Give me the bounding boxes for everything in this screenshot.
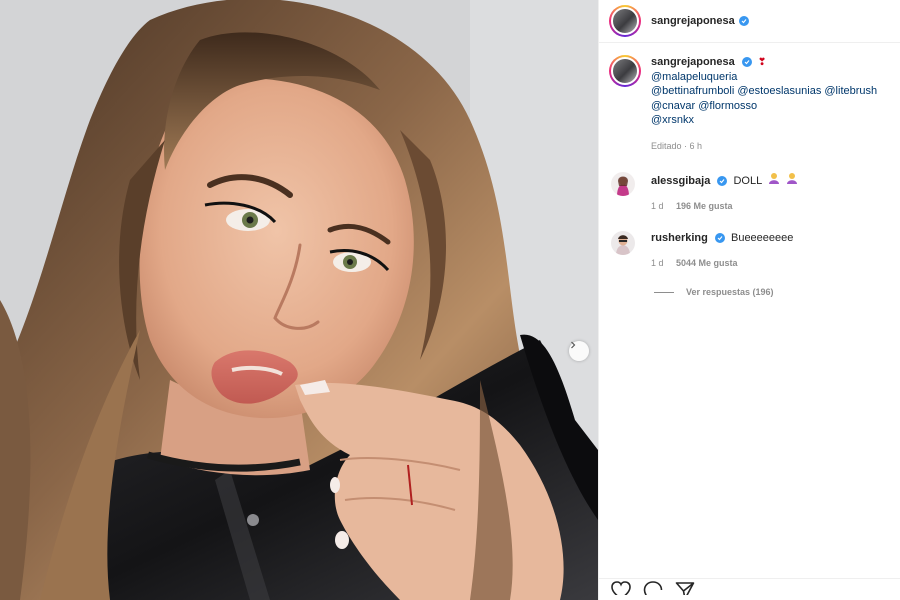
caption-text: sangrejaponesa ❣ @malapeluqueria @bettin… [651,55,877,153]
comment-username[interactable]: rusherking [651,232,708,244]
replies-divider [654,291,674,293]
avatar[interactable] [609,5,641,37]
mention-link[interactable]: @cnavar [651,100,695,112]
mention-link[interactable]: @xrsnkx [651,114,694,126]
post-photo[interactable] [0,0,598,600]
next-arrow-icon [571,341,576,349]
caption-avatar[interactable] [609,55,641,87]
post-side-panel: sangrejaponesa sangrejaponesa ❣ @malapel… [598,0,900,600]
post-header: sangrejaponesa [599,0,900,43]
portrait-illustration [0,0,598,600]
comment-text: DOLL [733,175,762,187]
verified-badge-icon [741,57,752,68]
post-author-username[interactable]: sangrejaponesa [651,15,735,27]
comment-avatar[interactable] [611,172,635,196]
view-replies-button[interactable]: Ver respuestas (196) [654,287,774,297]
next-photo-button[interactable] [569,341,589,361]
comment-item: rusherking Bueeeeeeee 1 d 5044 Me gusta [611,231,896,268]
mention-link[interactable]: @malapeluqueria [651,71,737,83]
comment-text: Bueeeeeeee [730,232,794,244]
verified-badge-icon [714,233,725,244]
person-bowing-emoji [768,172,780,188]
action-bar [599,578,900,600]
mention-link[interactable]: @flormosso [698,100,757,112]
caption-author-username[interactable]: sangrejaponesa [651,56,735,68]
comment-time: 1 d [651,201,664,211]
view-replies-label: Ver respuestas (196) [686,287,774,297]
comment-icon[interactable] [643,581,663,600]
mention-link[interactable]: @estoeslasunias [737,85,821,97]
comment-likes[interactable]: 196 Me gusta [676,201,733,211]
heart-exclamation-emoji: ❣ [757,57,767,68]
caption: sangrejaponesa ❣ @malapeluqueria @bettin… [609,55,894,153]
comment-item: alessgibaja DOLL 1 d 196 Me gusta [611,172,896,211]
heart-icon[interactable] [611,581,631,600]
comment-avatar[interactable] [611,231,635,255]
share-icon[interactable] [675,581,695,600]
mention-link[interactable]: @litebrush [824,85,877,97]
mention-link[interactable]: @bettinafrumboli [651,85,734,97]
caption-meta: Editado · 6 h [651,141,703,152]
person-bowing-emoji [786,172,798,188]
comment-time: 1 d [651,258,664,268]
comment-likes[interactable]: 5044 Me gusta [676,258,738,268]
comment-username[interactable]: alessgibaja [651,175,710,187]
verified-badge-icon [717,176,728,187]
verified-badge-icon [738,16,749,26]
